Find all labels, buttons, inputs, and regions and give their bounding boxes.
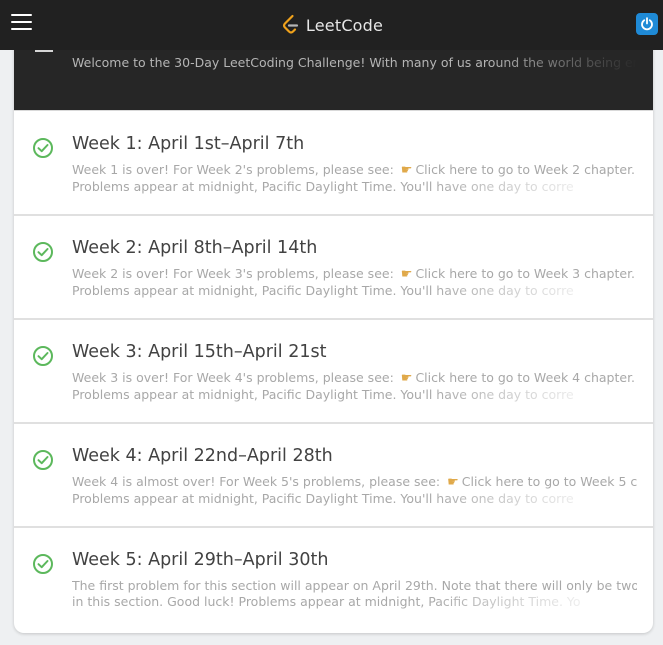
pointing-hand-icon: ☛ xyxy=(400,371,413,386)
week-chapter-link[interactable]: Click here to go to Week 3 chapter. xyxy=(415,266,635,281)
week-description: Week 4 is almost over! For Week 5's prob… xyxy=(72,474,637,507)
intro-description: Welcome to the 30-Day LeetCoding Challen… xyxy=(72,55,637,71)
week-item-4[interactable]: Week 4: April 22nd–April 28th Week 4 is … xyxy=(14,424,653,528)
week-desc-line2: Problems appear at midnight, Pacific Day… xyxy=(72,179,637,195)
check-circle-icon xyxy=(33,450,53,470)
week-desc-text: Week 4 is almost over! For Week 5's prob… xyxy=(72,474,441,489)
week-desc-text: Week 2 is over! For Week 3's problems, p… xyxy=(72,266,394,281)
week-title: Week 5: April 29th–April 30th xyxy=(72,550,329,570)
week-desc-text: Week 3 is over! For Week 4's problems, p… xyxy=(72,370,394,385)
check-circle-icon xyxy=(33,242,53,262)
week-title: Week 1: April 1st–April 7th xyxy=(72,134,305,154)
pointing-hand-icon: ☛ xyxy=(400,163,413,178)
week-chapter-link[interactable]: Click here to go to Week 5 chapter. xyxy=(462,474,637,489)
week-desc-line1: The first problem for this section will … xyxy=(72,578,637,593)
week-item-3[interactable]: Week 3: April 15th–April 21st Week 3 is … xyxy=(14,320,653,424)
week-desc-text: Week 1 is over! For Week 2's problems, p… xyxy=(72,162,394,177)
challenge-card: Welcome to the 30-Day LeetCoding Challen… xyxy=(14,0,653,633)
top-navbar: LeetCode xyxy=(0,0,663,50)
brand-text: LeetCode xyxy=(305,15,384,35)
pointing-hand-icon: ☛ xyxy=(400,267,413,282)
week-description: The first problem for this section will … xyxy=(72,578,637,610)
week-chapter-link[interactable]: Click here to go to Week 2 chapter. xyxy=(415,162,635,177)
week-chapter-link[interactable]: Click here to go to Week 4 chapter. xyxy=(415,370,635,385)
brand[interactable]: LeetCode xyxy=(280,14,383,36)
week-title: Week 4: April 22nd–April 28th xyxy=(72,446,333,466)
menu-icon[interactable] xyxy=(11,14,32,32)
power-button[interactable] xyxy=(636,13,658,35)
week-item-1[interactable]: Week 1: April 1st–April 7th Week 1 is ov… xyxy=(14,112,653,216)
week-item-2[interactable]: Week 2: April 8th–April 14th Week 2 is o… xyxy=(14,216,653,320)
week-description: Week 1 is over! For Week 2's problems, p… xyxy=(72,162,637,195)
week-desc-line2: Problems appear at midnight, Pacific Day… xyxy=(72,491,637,507)
week-title: Week 3: April 15th–April 21st xyxy=(72,342,327,362)
week-description: Week 3 is over! For Week 4's problems, p… xyxy=(72,370,637,403)
check-circle-icon xyxy=(33,554,53,574)
week-item-5[interactable]: Week 5: April 29th–April 30th The first … xyxy=(14,528,653,633)
pointing-hand-icon: ☛ xyxy=(447,475,459,490)
week-description: Week 2 is over! For Week 3's problems, p… xyxy=(72,266,637,299)
week-desc-line2: Problems appear at midnight, Pacific Day… xyxy=(72,283,637,299)
power-icon xyxy=(641,17,653,31)
week-desc-line2: in this section. Good luck! Problems app… xyxy=(72,594,637,610)
week-desc-line2: Problems appear at midnight, Pacific Day… xyxy=(72,387,637,403)
check-circle-icon xyxy=(33,346,53,366)
week-title: Week 2: April 8th–April 14th xyxy=(72,238,318,258)
check-circle-icon xyxy=(33,138,53,158)
leetcode-logo-icon xyxy=(282,14,299,34)
